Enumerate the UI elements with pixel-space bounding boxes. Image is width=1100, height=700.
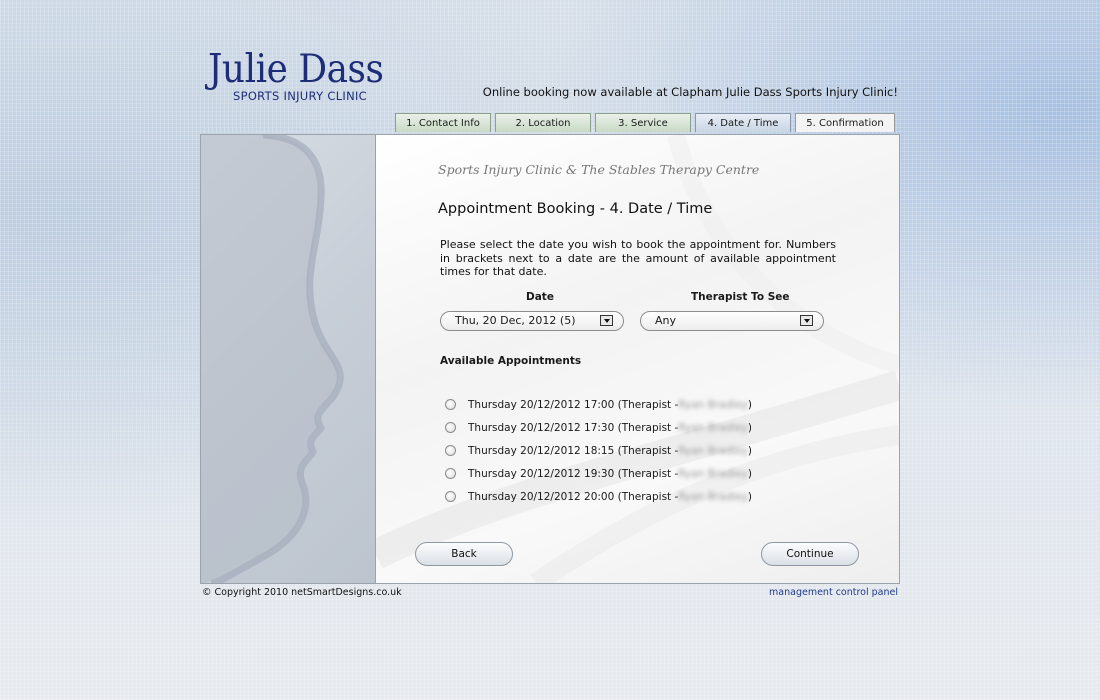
booking-panel: Sports Injury Clinic & The Stables Thera…: [376, 135, 899, 583]
booking-announcement: Online booking now available at Clapham …: [482, 85, 898, 99]
appointment-option[interactable]: Thursday 20/12/2012 18:15 (Therapist - R…: [445, 439, 752, 462]
booking-steps: 1. Contact Info 2. Location 3. Service 4…: [395, 113, 895, 132]
appointment-radio[interactable]: [445, 445, 456, 456]
appointment-radio[interactable]: [445, 422, 456, 433]
therapist-label: Therapist To See: [691, 291, 790, 303]
instructions-text: Please select the date you wish to book …: [440, 238, 836, 278]
chevron-down-icon[interactable]: [600, 315, 613, 326]
therapist-name: Ryan Bradley: [678, 444, 748, 457]
tab-date-time[interactable]: 4. Date / Time: [695, 113, 791, 132]
page-title: Appointment Booking - 4. Date / Time: [438, 201, 713, 217]
appointment-option[interactable]: Thursday 20/12/2012 17:00 (Therapist - R…: [445, 393, 752, 416]
back-button[interactable]: Back: [415, 542, 513, 566]
appointment-radio[interactable]: [445, 491, 456, 502]
appointment-text: Thursday 20/12/2012 20:00 (Therapist -: [468, 490, 679, 503]
therapist-select[interactable]: Any: [640, 311, 824, 331]
logo-name: Julie Dass: [208, 47, 384, 92]
side-profile-image: [201, 135, 376, 583]
therapist-name: Ryan Bradley: [678, 398, 748, 411]
tab-service[interactable]: 3. Service: [595, 113, 691, 132]
available-appointments-heading: Available Appointments: [440, 355, 582, 367]
appointment-text: Thursday 20/12/2012 17:00 (Therapist -: [468, 398, 679, 411]
date-select[interactable]: Thu, 20 Dec, 2012 (5): [440, 311, 624, 331]
date-select-value: Thu, 20 Dec, 2012 (5): [455, 314, 576, 327]
date-label: Date: [526, 291, 554, 303]
chevron-down-icon[interactable]: [800, 315, 813, 326]
appointment-list: Thursday 20/12/2012 17:00 (Therapist - R…: [445, 393, 752, 508]
therapist-name: Ryan Bradley: [678, 421, 748, 434]
appointment-text-close: ): [747, 398, 752, 411]
appointment-text-close: ): [747, 444, 752, 457]
appointment-option[interactable]: Thursday 20/12/2012 19:30 (Therapist - R…: [445, 462, 752, 485]
appointment-text-close: ): [747, 490, 752, 503]
management-panel-link[interactable]: management control panel: [769, 587, 898, 598]
therapist-select-value: Any: [655, 314, 677, 327]
appointment-text-close: ): [747, 421, 752, 434]
appointment-option[interactable]: Thursday 20/12/2012 20:00 (Therapist - R…: [445, 485, 752, 508]
tab-contact-info[interactable]: 1. Contact Info: [395, 113, 491, 132]
copyright-text: © Copyright 2010 netSmartDesigns.co.uk: [202, 587, 402, 598]
therapist-name: Ryan Bradley: [678, 467, 748, 480]
appointment-radio[interactable]: [445, 399, 456, 410]
tab-confirmation[interactable]: 5. Confirmation: [795, 113, 895, 132]
tab-location[interactable]: 2. Location: [495, 113, 591, 132]
appointment-text: Thursday 20/12/2012 19:30 (Therapist -: [468, 467, 679, 480]
appointment-text-close: ): [747, 467, 752, 480]
appointment-radio[interactable]: [445, 468, 456, 479]
appointment-text: Thursday 20/12/2012 18:15 (Therapist -: [468, 444, 679, 457]
appointment-text: Thursday 20/12/2012 17:30 (Therapist -: [468, 421, 679, 434]
clinic-logo[interactable]: Julie Dass SPORTS INJURY CLINIC: [208, 50, 399, 103]
continue-button[interactable]: Continue: [761, 542, 859, 566]
booking-frame: Sports Injury Clinic & The Stables Thera…: [200, 134, 900, 584]
therapist-name: Ryan Bradley: [678, 490, 748, 503]
clinic-title: Sports Injury Clinic & The Stables Thera…: [438, 162, 760, 177]
appointment-option[interactable]: Thursday 20/12/2012 17:30 (Therapist - R…: [445, 416, 752, 439]
